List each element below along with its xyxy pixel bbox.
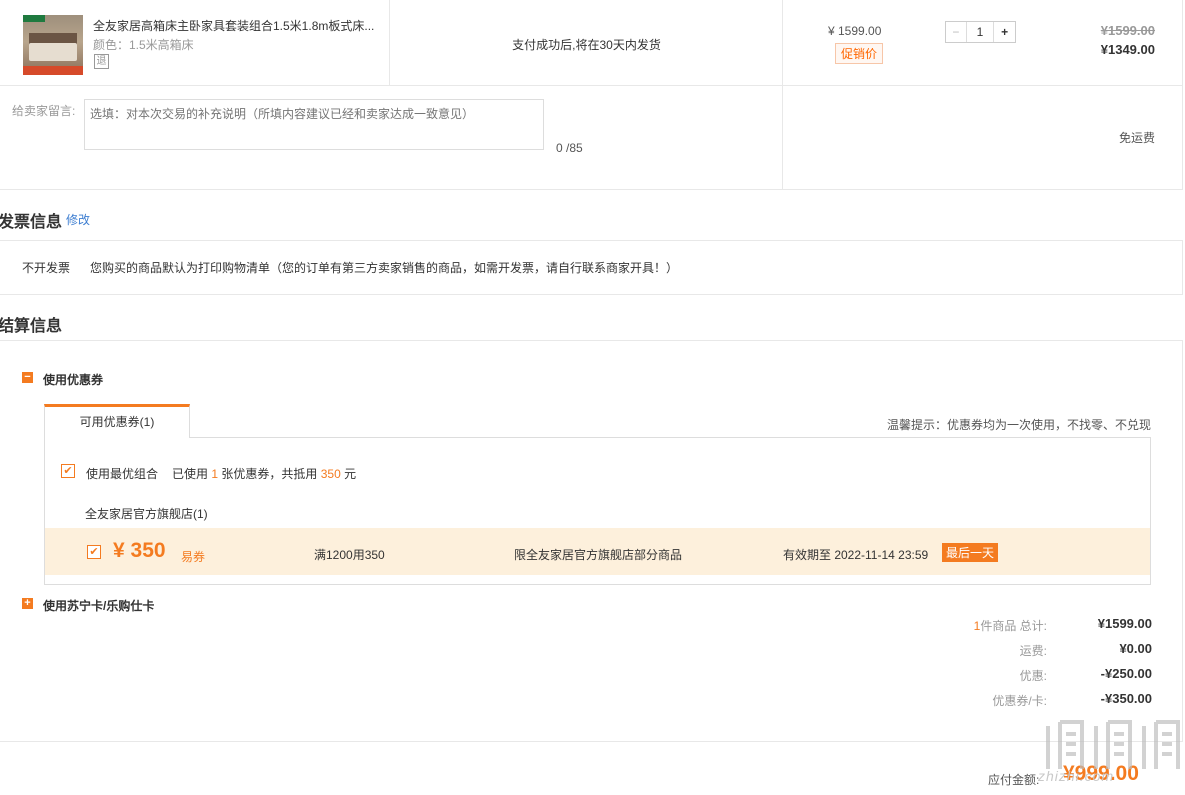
tab-available-coupons[interactable]: 可用优惠券(1) xyxy=(44,404,190,438)
color-label: 颜色： xyxy=(93,38,130,52)
shipping-label: 运费: xyxy=(1019,644,1047,658)
used-prefix: 已使用 xyxy=(172,467,209,481)
items-total-value: ¥1599.00 xyxy=(1097,616,1152,631)
watermark-url: zhizhi.com xyxy=(1038,768,1115,784)
invoice-title: 发票信息 xyxy=(0,214,63,231)
items-label: 件商品 总计: xyxy=(980,619,1047,633)
promo-price-tag: 促销价 xyxy=(835,43,884,64)
coupon-scope: 限全友家居官方旗舰店部分商品 xyxy=(514,548,683,562)
best-combo-checkbox[interactable]: ✔ xyxy=(61,464,75,478)
coupon-amount: ¥ 350 xyxy=(113,539,166,562)
used-suffix: 元 xyxy=(344,467,357,481)
coupon-validity: 有效期至 2022-11-14 23:59 xyxy=(783,548,929,562)
final-total: ¥1349.00 xyxy=(1100,42,1155,57)
expand-icon[interactable]: + xyxy=(22,598,33,609)
best-combo-label[interactable]: 使用最优组合 xyxy=(86,465,158,482)
product-thumbnail[interactable] xyxy=(23,15,83,75)
qty-plus-button[interactable]: + xyxy=(993,22,1015,42)
used-count: 1 xyxy=(211,467,219,481)
quantity-stepper: − 1 + xyxy=(945,21,1016,43)
use-coupon-toggle[interactable]: 使用优惠券 xyxy=(43,371,103,388)
color-value: 1.5米高箱床 xyxy=(129,38,194,52)
return-badge-icon: 退 xyxy=(94,54,109,69)
invoice-type: 不开发票 xyxy=(22,261,71,275)
discount-value: -¥250.00 xyxy=(1100,666,1152,681)
collapse-icon[interactable]: − xyxy=(22,372,33,383)
last-day-badge: 最后一天 xyxy=(942,543,999,562)
coupon-card-label: 优惠券/卡: xyxy=(992,694,1047,708)
used-middle: 张优惠券，共抵用 xyxy=(221,467,318,481)
qty-minus-button[interactable]: − xyxy=(946,22,967,42)
coupon-card-value: -¥350.00 xyxy=(1100,691,1152,706)
coupon-type: 易券 xyxy=(181,550,206,564)
payable-label: 应付金额: xyxy=(988,773,1040,787)
settlement-title: 结算信息 xyxy=(0,318,63,335)
coupon-rule: 满1200用350 xyxy=(314,548,385,562)
used-amount: 350 xyxy=(320,467,341,481)
qty-input[interactable]: 1 xyxy=(967,22,994,42)
seller-message-label: 给卖家留言: xyxy=(12,104,76,118)
unit-price: ¥ 1599.00 xyxy=(828,24,882,38)
discount-label: 优惠: xyxy=(1019,669,1047,683)
shipping-note: 支付成功后,将在30天内发货 xyxy=(512,38,661,52)
use-card-toggle[interactable]: 使用苏宁卡/乐购仕卡 xyxy=(43,597,154,614)
message-char-count: 0 /85 xyxy=(556,141,583,155)
coupon-tip: 温馨提示：优惠券均为一次使用，不找零、不兑现 xyxy=(886,418,1151,432)
invoice-edit-link[interactable]: 修改 xyxy=(66,211,90,228)
coupon-usage-summary: 已使用 1 张优惠券，共抵用 350 元 xyxy=(172,465,356,482)
shipping-value: ¥0.00 xyxy=(1119,641,1152,656)
shipping-fee: 免运费 xyxy=(1118,131,1155,145)
original-total: ¥1599.00 xyxy=(1100,23,1155,38)
seller-message-input[interactable] xyxy=(84,99,544,150)
coupon-checkbox[interactable]: ✔ xyxy=(87,545,101,559)
invoice-description: 您购买的商品默认为打印购物清单（您的订单有第三方卖家销售的商品，如需开发票，请自… xyxy=(90,261,679,275)
store-name: 全友家居官方旗舰店(1) xyxy=(85,507,208,521)
items-total-label: 1件商品 总计: xyxy=(974,617,1047,634)
product-title-link[interactable]: 全友家居高箱床主卧家具套装组合1.5米1.8m板式床... xyxy=(93,17,383,34)
